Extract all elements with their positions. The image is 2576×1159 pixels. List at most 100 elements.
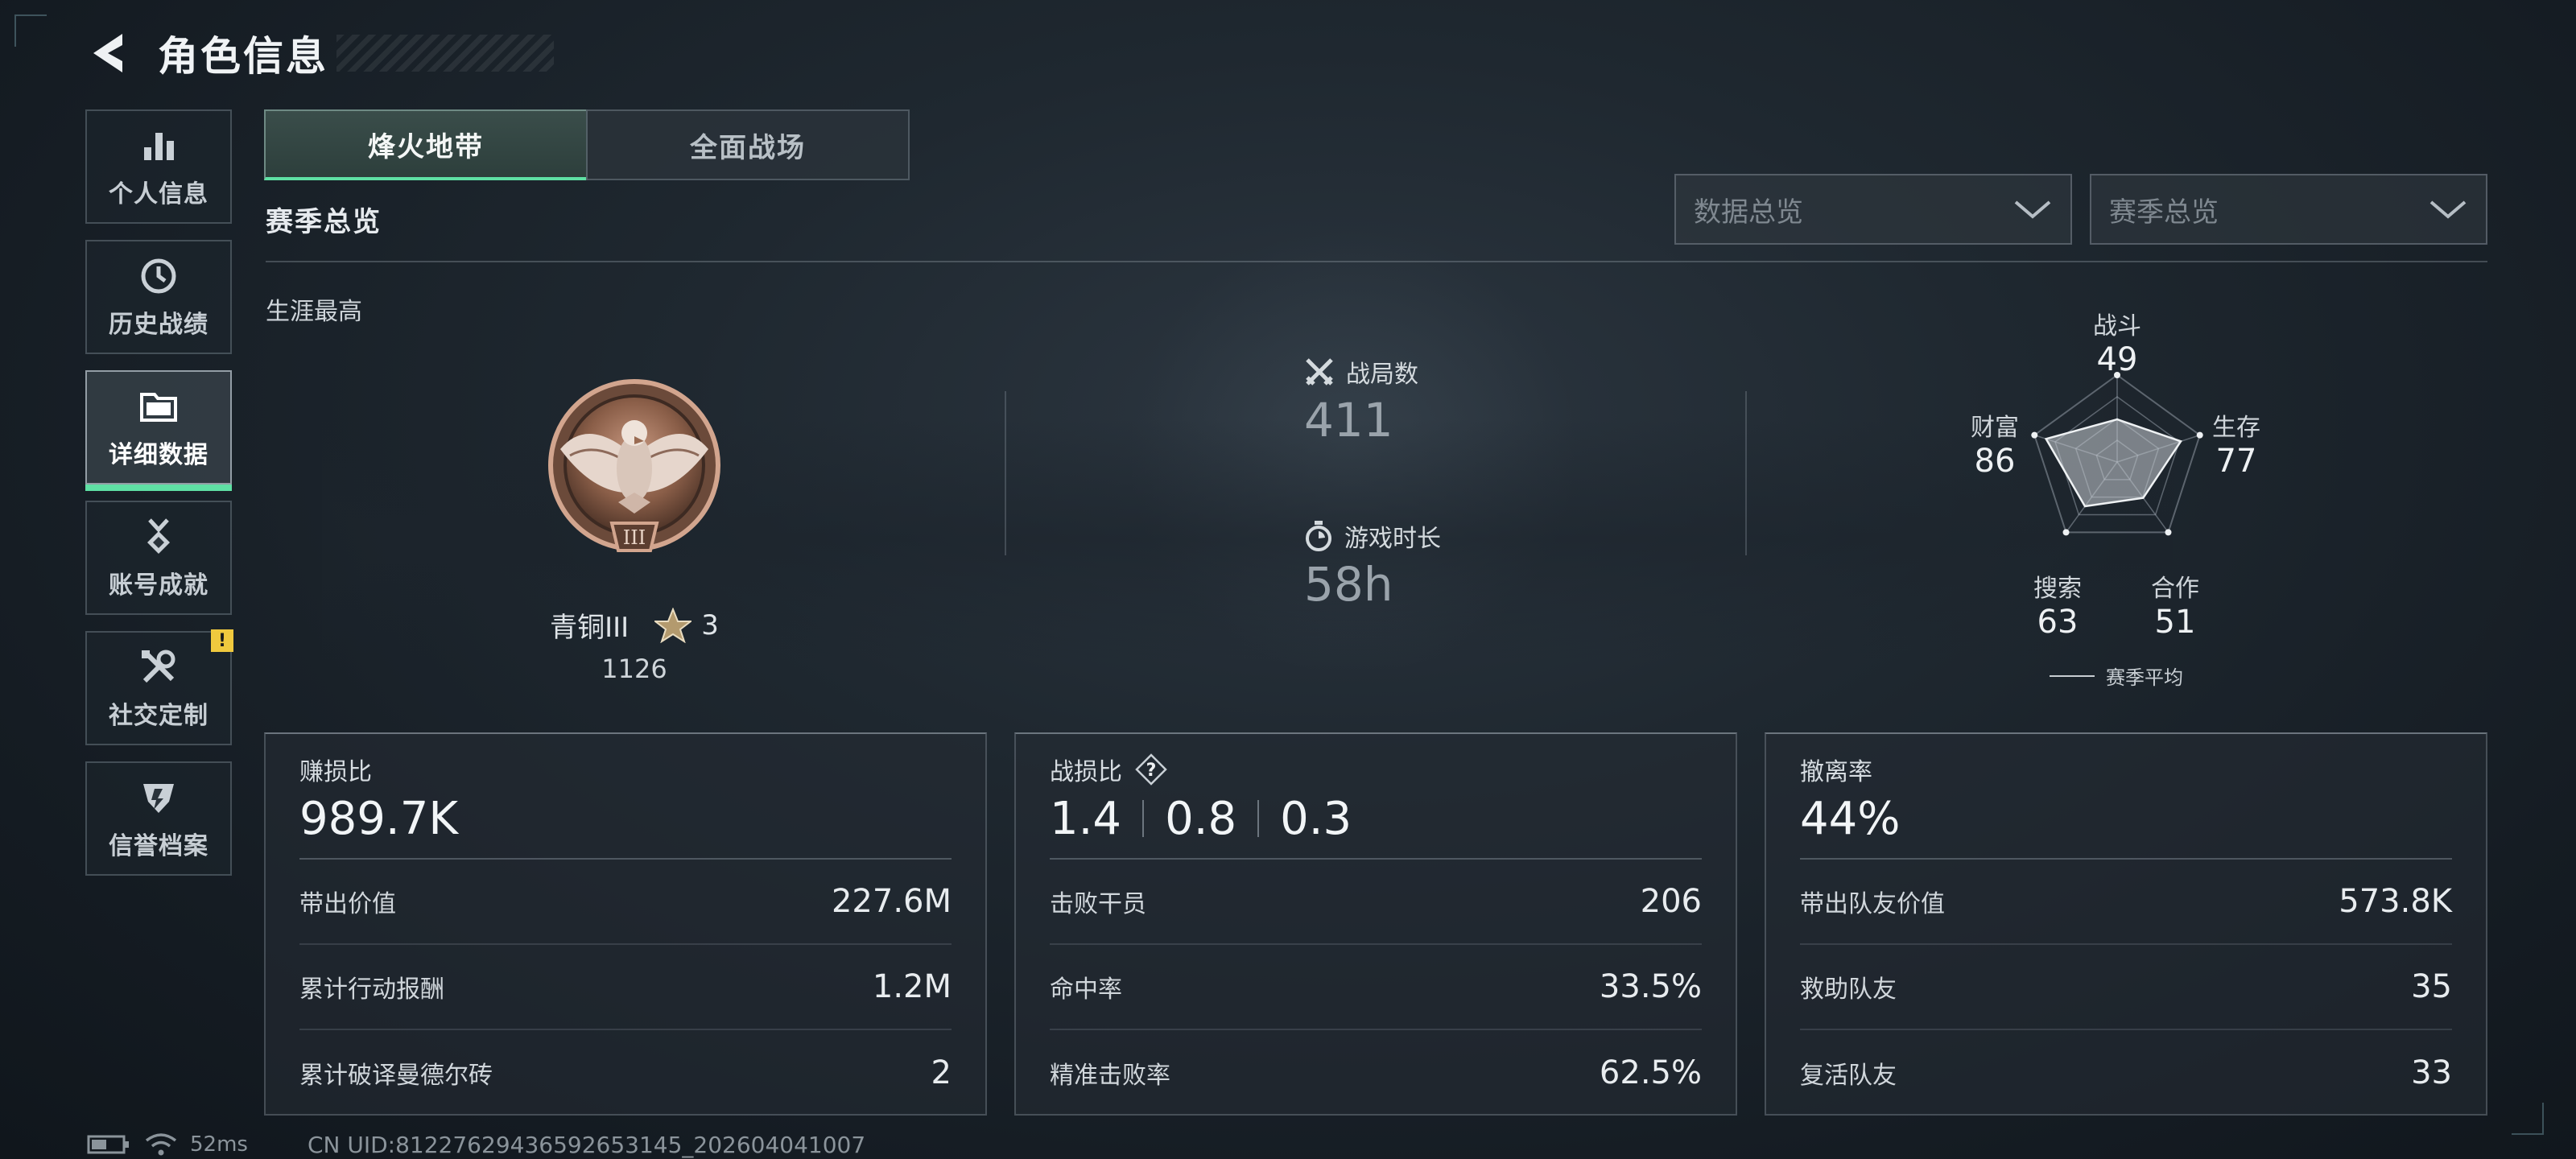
radar-vertex-dot <box>2165 529 2172 536</box>
radar-axis-wealth: 财富 86 <box>1955 407 2035 480</box>
chevron-down-icon <box>2429 200 2467 219</box>
vertical-divider <box>1745 391 1747 555</box>
card-row: 救助队友 35 <box>1800 945 2452 1030</box>
radar-axis-value: 86 <box>1974 443 2016 480</box>
row-value: 573.8K <box>2339 883 2452 920</box>
rank-score: 1126 <box>601 654 667 684</box>
matches-stat-head: 战局数 <box>1304 354 1418 390</box>
mode-tabs: 烽火地带 全面战场 <box>264 109 910 180</box>
season-overview-dropdown[interactable]: 赛季总览 <box>2090 174 2487 245</box>
radar-axis-label: 战斗 <box>2093 312 2141 340</box>
shield-icon <box>137 776 180 819</box>
row-label: 击败干员 <box>1050 890 1146 918</box>
medal-icon <box>137 515 180 559</box>
radar-axis-survival: 生存 77 <box>2196 407 2277 480</box>
clock-icon <box>137 254 180 298</box>
rank-numeral: III <box>623 526 646 549</box>
playtime-stat: 游戏时长 58h <box>1304 518 1441 612</box>
chevron-down-icon <box>2014 200 2051 219</box>
sidebar-item-achievements[interactable]: 账号成就 <box>85 501 232 615</box>
status-bar: 52ms CN UID:8122762943659265314​5_202604… <box>87 1130 865 1159</box>
folder-icon <box>137 385 180 428</box>
card-title: 撤离率 <box>1800 758 1872 786</box>
sidebar-item-social-custom[interactable]: 社交定制 ! <box>85 629 233 745</box>
help-icon[interactable]: ? <box>1135 753 1167 786</box>
row-value: 1.2M <box>872 968 952 1005</box>
row-label: 救助队友 <box>1800 975 1897 1004</box>
tab-full-battlefield[interactable]: 全面战场 <box>586 109 910 180</box>
kd-ratio-card: 战损比 ? 1.4 0.8 0.3 击败干员 206 命中率 33.5% 精准击… <box>1014 732 1737 1116</box>
row-label: 带出队友价值 <box>1800 890 1945 918</box>
sidebar-item-detailed-data[interactable]: 详细数据 <box>85 370 232 491</box>
data-overview-dropdown[interactable]: 数据总览 <box>1674 174 2072 245</box>
ratio-value: 0.8 <box>1165 792 1237 845</box>
sidebar-item-label: 信誉档案 <box>109 832 208 860</box>
user-uid: CN UID:8122762943659265314​5_20260404100… <box>307 1131 866 1158</box>
row-value: 33.5% <box>1599 968 1702 1005</box>
card-title: 赚损比 <box>299 758 372 786</box>
radar-legend: 赛季平均 <box>2050 662 2183 690</box>
radar-axis-combat: 战斗 49 <box>2077 306 2157 378</box>
sidebar-item-history[interactable]: 历史战绩 <box>85 240 232 354</box>
card-row: 带出队友价值 573.8K <box>1800 860 2452 945</box>
profit-ratio-card: 赚损比 989.7K 带出价值 227.6M 累计行动报酬 1.2M 累计破译曼… <box>264 732 987 1116</box>
bar-chart-icon <box>137 124 180 167</box>
card-row: 击败干员 206 <box>1050 860 1702 945</box>
row-value: 206 <box>1640 883 1702 920</box>
radar-axis-label: 财富 <box>1971 414 2019 442</box>
card-row: 带出价值 227.6M <box>299 860 952 945</box>
row-label: 精准击败率 <box>1050 1062 1170 1090</box>
rank-star-count: 3 <box>701 608 719 641</box>
sidebar-item-label: 社交定制 <box>109 702 208 730</box>
ratio-value: 1.4 <box>1050 792 1122 845</box>
row-label: 命中率 <box>1050 975 1122 1004</box>
dropdown-value: 赛季总览 <box>2109 196 2219 229</box>
sidebar-item-label: 账号成就 <box>109 571 208 600</box>
row-value: 227.6M <box>831 883 952 920</box>
radar-axis-value: 63 <box>2037 604 2079 641</box>
extraction-rate-card: 撤离率 44% 带出队友价值 573.8K 救助队友 35 复活队友 33 <box>1765 732 2487 1116</box>
legend-text: 赛季平均 <box>2106 666 2183 689</box>
dropdown-value: 数据总览 <box>1694 196 1803 229</box>
career-best-label: 生涯最高 <box>266 298 362 326</box>
radar-axis-label: 生存 <box>2212 414 2260 442</box>
row-value: 33 <box>2411 1054 2452 1091</box>
playtime-label: 游戏时长 <box>1344 525 1441 553</box>
sidebar-item-personal-info[interactable]: 个人信息 <box>85 109 232 224</box>
card-main-value: 989.7K <box>299 792 459 845</box>
page-header: 角色信息 <box>84 23 554 84</box>
playtime-stat-head: 游戏时长 <box>1304 518 1441 554</box>
corner-mark <box>14 14 47 47</box>
radar-axis-value: 77 <box>2215 443 2257 480</box>
section-title: 赛季总览 <box>266 206 382 238</box>
battery-icon <box>87 1135 129 1154</box>
matches-value: 411 <box>1304 393 1393 448</box>
vertical-divider <box>1005 391 1006 555</box>
row-value: 62.5% <box>1599 1054 1702 1091</box>
tab-hazard-zone[interactable]: 烽火地带 <box>264 109 588 180</box>
radar-vertex-dot <box>2062 529 2070 536</box>
stopwatch-icon <box>1306 521 1331 551</box>
row-value: 35 <box>2411 968 2452 1005</box>
card-main-value: 44% <box>1800 792 1901 845</box>
matches-stat: 战局数 411 <box>1304 354 1418 448</box>
back-button[interactable] <box>84 27 132 79</box>
row-label: 累计破译曼德尔砖 <box>299 1062 493 1090</box>
section-divider <box>266 261 2487 262</box>
ratio-values: 1.4 0.8 0.3 <box>1050 789 1702 848</box>
sidebar-item-label: 个人信息 <box>109 180 208 208</box>
sidebar-item-credit-record[interactable]: 信誉档案 <box>85 761 232 876</box>
rank-name: 青铜III <box>550 612 630 644</box>
ping-latency: 52ms <box>190 1132 248 1157</box>
back-arrow-icon <box>93 34 122 72</box>
tools-icon <box>137 645 180 689</box>
radar-axis-cooperation: 合作 51 <box>2135 568 2215 641</box>
ratio-value: 0.3 <box>1280 792 1352 845</box>
radar-axis-label: 搜索 <box>2033 575 2082 603</box>
star-icon <box>654 607 692 643</box>
card-row: 累计行动报酬 1.2M <box>299 945 952 1030</box>
ratio-separator <box>1142 800 1145 837</box>
notification-badge: ! <box>211 629 233 652</box>
corner-mark <box>2512 1103 2544 1135</box>
radar-axis-search: 搜索 63 <box>2017 568 2098 641</box>
